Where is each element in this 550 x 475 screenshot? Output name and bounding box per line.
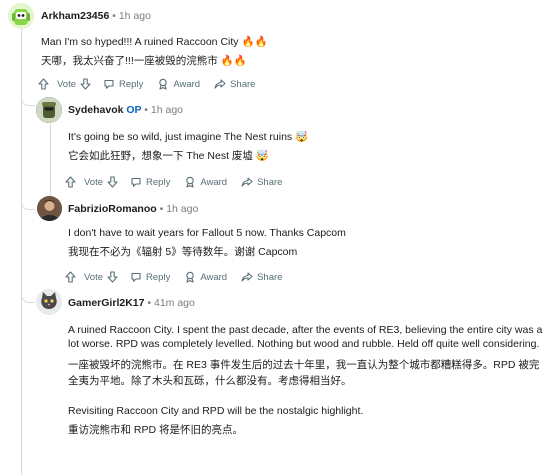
share-icon bbox=[241, 272, 253, 282]
share-icon bbox=[214, 79, 226, 89]
soldier-avatar-icon bbox=[36, 97, 62, 123]
comment-header: GamerGirl2K17 • 41m ago bbox=[68, 297, 195, 309]
share-button[interactable]: Share bbox=[241, 271, 282, 283]
comment-text-translation: 我现在不必为《辐射 5》等待数年。谢谢 Capcom bbox=[68, 246, 298, 258]
comment-actions: Vote Reply Award Share bbox=[65, 269, 296, 285]
reply-icon bbox=[131, 272, 141, 282]
downvote-icon[interactable] bbox=[80, 78, 91, 90]
timestamp[interactable]: 1h ago bbox=[119, 10, 151, 22]
username[interactable]: Arkham23456 bbox=[41, 10, 109, 22]
avatar[interactable] bbox=[37, 196, 62, 221]
thread-elbow-sydehavok bbox=[21, 92, 35, 106]
comment-text-translation: 重访浣熊市和 RPD 将是怀旧的亮点。 bbox=[68, 424, 244, 436]
share-button[interactable]: Share bbox=[241, 176, 282, 188]
avatar[interactable] bbox=[36, 289, 62, 315]
comment-text-translation: 天哪，我太兴奋了!!!一座被毁的浣熊市 🔥🔥 bbox=[41, 55, 247, 67]
username[interactable]: FabrizioRomanoo bbox=[68, 203, 157, 215]
op-badge: OP bbox=[126, 104, 142, 116]
comment-actions: Vote Reply Award Share bbox=[65, 174, 296, 190]
award-button[interactable]: Award bbox=[157, 78, 200, 90]
avatar[interactable] bbox=[8, 3, 34, 29]
upvote-icon[interactable] bbox=[38, 78, 49, 90]
comment-text: It's going be so wild, just imagine The … bbox=[68, 131, 309, 143]
vote-label: Vote bbox=[84, 271, 104, 283]
timestamp[interactable]: 41m ago bbox=[154, 297, 195, 309]
comment-text-translation: 一座被毁坏的浣熊市。在 RE3 事件发生后的过去十年里，我一直认为整个城市都糟糕… bbox=[68, 359, 540, 387]
reply-button[interactable]: Reply bbox=[103, 78, 143, 90]
vote-control: Vote bbox=[38, 78, 95, 90]
comment-actions: Vote Reply Award Share bbox=[38, 76, 269, 92]
reply-icon bbox=[104, 79, 114, 89]
vote-control: Vote bbox=[65, 271, 122, 283]
timestamp[interactable]: 1h ago bbox=[151, 104, 183, 116]
award-button[interactable]: Award bbox=[184, 176, 227, 188]
comment-header: FabrizioRomanoo • 1h ago bbox=[68, 203, 199, 215]
snoo-avatar-icon bbox=[8, 3, 34, 29]
cat-avatar-icon bbox=[36, 289, 62, 315]
upvote-icon[interactable] bbox=[65, 176, 76, 188]
share-icon bbox=[241, 177, 253, 187]
downvote-icon[interactable] bbox=[107, 271, 118, 283]
reply-button[interactable]: Reply bbox=[130, 271, 170, 283]
timestamp[interactable]: 1h ago bbox=[166, 203, 198, 215]
comment-text: A ruined Raccoon City. I spent the past … bbox=[68, 324, 543, 350]
thread-line-sydehavok bbox=[50, 124, 51, 199]
award-icon bbox=[159, 78, 168, 90]
award-button[interactable]: Award bbox=[184, 271, 227, 283]
comment-text: I don't have to wait years for Fallout 5… bbox=[68, 227, 346, 239]
vote-label: Vote bbox=[57, 78, 77, 90]
comment-header: Sydehavok OP • 1h ago bbox=[68, 104, 184, 116]
comment-text-translation: 它会如此狂野，想象一下 The Nest 废墟 🤯 bbox=[68, 150, 269, 162]
award-icon bbox=[186, 176, 195, 188]
thread-elbow-gamergirl bbox=[21, 289, 35, 303]
reply-button[interactable]: Reply bbox=[130, 176, 170, 188]
avatar[interactable] bbox=[36, 97, 62, 123]
comment-text: Man I'm so hyped!!! A ruined Raccoon Cit… bbox=[41, 36, 268, 48]
downvote-icon[interactable] bbox=[107, 176, 118, 188]
user-photo-avatar-icon bbox=[37, 196, 62, 221]
comment-text: Revisiting Raccoon City and RPD will be … bbox=[68, 405, 364, 417]
vote-label: Vote bbox=[84, 176, 104, 188]
username[interactable]: Sydehavok bbox=[68, 104, 123, 116]
thread-elbow-fabrizio bbox=[21, 196, 35, 210]
vote-control: Vote bbox=[65, 176, 122, 188]
share-button[interactable]: Share bbox=[214, 78, 255, 90]
reply-icon bbox=[131, 177, 141, 187]
award-icon bbox=[186, 271, 195, 283]
username[interactable]: GamerGirl2K17 bbox=[68, 297, 144, 309]
upvote-icon[interactable] bbox=[65, 271, 76, 283]
comment-header: Arkham23456 • 1h ago bbox=[41, 10, 151, 22]
